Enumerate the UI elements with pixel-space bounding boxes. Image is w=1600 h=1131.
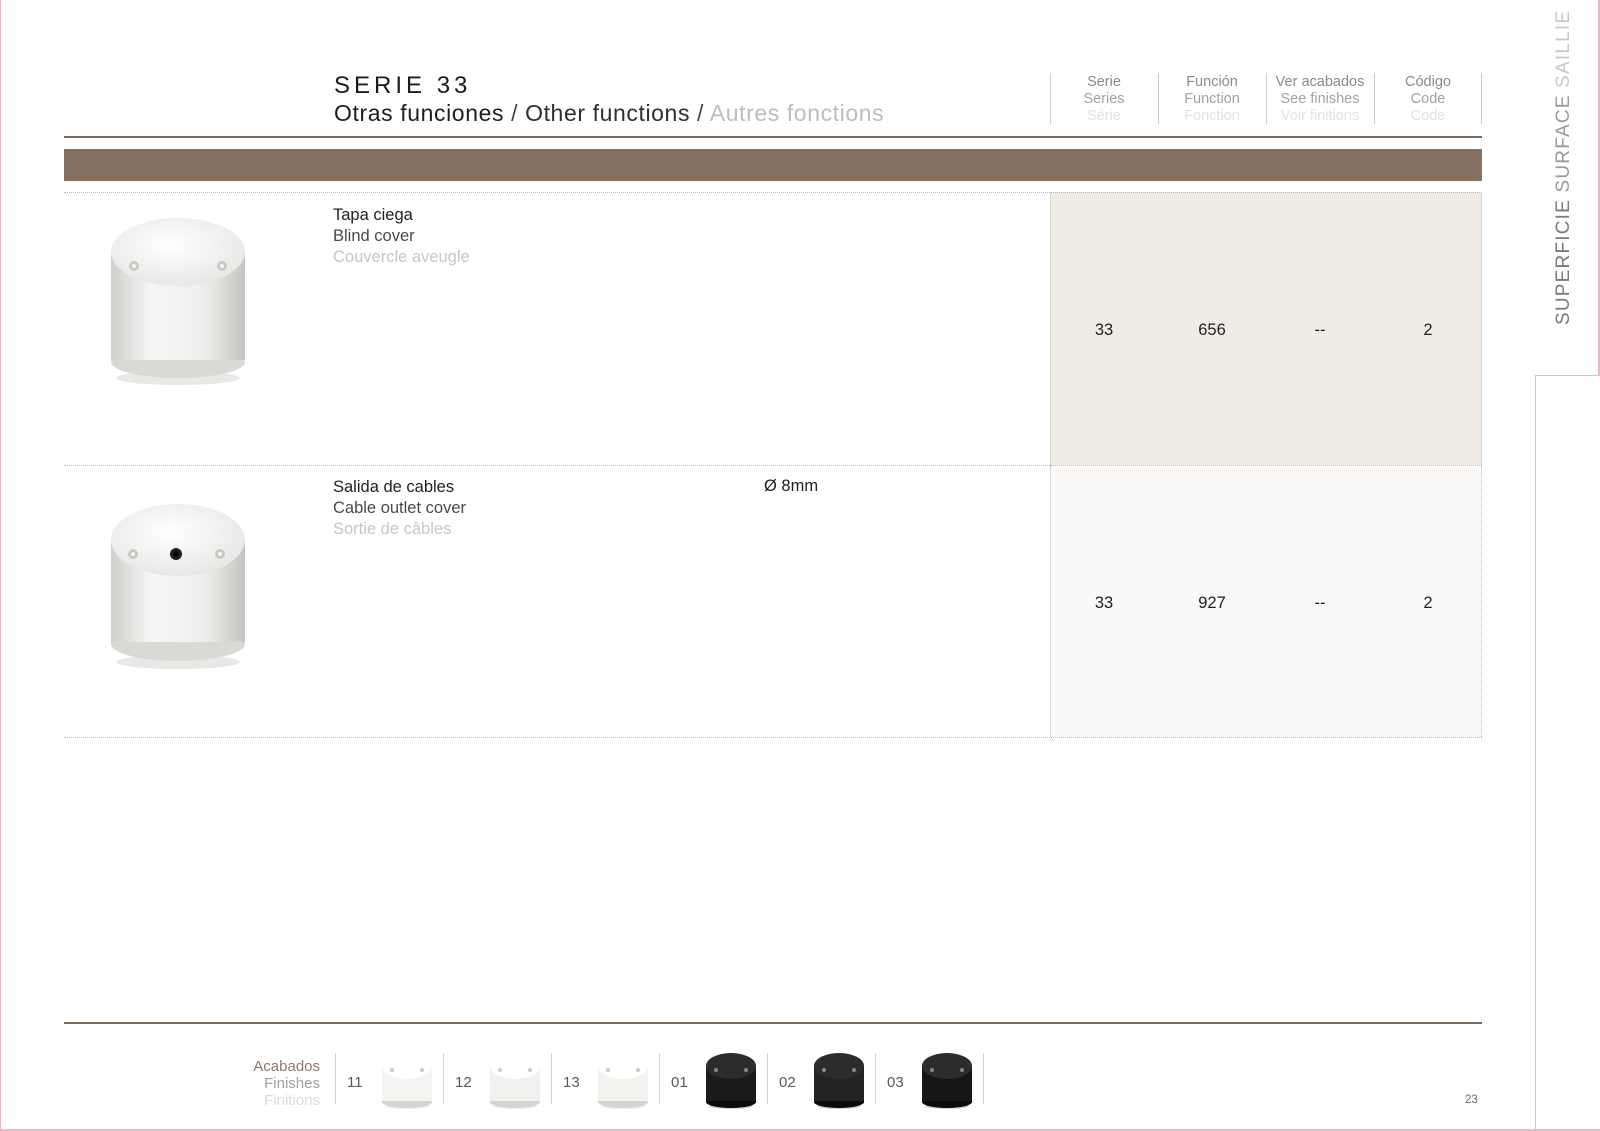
finish-swatch[interactable] (703, 1050, 759, 1110)
footer-rule (64, 1022, 1482, 1024)
product-spec: Ø 8mm (764, 477, 819, 495)
column-header-serie: Serie Series Série (1050, 74, 1158, 124)
subtitle-es: Otras funciones (334, 100, 505, 126)
side-tab-fr: SAILLIE (1553, 9, 1574, 88)
finish-divider (875, 1053, 876, 1104)
finish-code: 03 (887, 1074, 904, 1091)
subtitle-en: Other functions (525, 100, 691, 126)
finish-code: 01 (671, 1074, 688, 1091)
tab-edge-top (1535, 375, 1600, 376)
finish-divider (335, 1053, 336, 1104)
finish-swatch[interactable] (811, 1050, 867, 1110)
cable-outlet-product-image (111, 504, 245, 669)
column-header-fr: Série (1087, 108, 1121, 124)
column-header-codigo: Código Code Code (1374, 74, 1482, 124)
finishes-label-fr: Finitions (264, 1092, 320, 1109)
finishes-label-en: Finishes (264, 1075, 320, 1092)
product-name-fr: Couvercle aveugle (333, 248, 470, 266)
header-rule (64, 136, 1482, 138)
value-codigo: 2 (1423, 321, 1433, 339)
finish-swatch[interactable] (919, 1050, 975, 1110)
column-header-funcion: Función Function Fonction (1158, 74, 1266, 124)
finish-code: 02 (779, 1074, 796, 1091)
page-subtitle: Otras funciones / Other functions / Autr… (334, 100, 884, 127)
side-tab-en: SURFACE (1553, 94, 1574, 193)
value-serie: 33 (1094, 321, 1114, 339)
finishes-label: Acabados Finishes Finitions (200, 1058, 320, 1109)
column-header-en: See finishes (1280, 91, 1360, 107)
finish-divider (443, 1053, 444, 1104)
blind-cover-product-image (111, 218, 245, 385)
page-frame-left (0, 0, 1, 1131)
tab-edge-left (1535, 376, 1536, 1131)
product-name-es: Salida de cables (333, 478, 455, 496)
subtitle-fr: Autres fonctions (709, 100, 885, 126)
column-header-en: Function (1184, 91, 1240, 107)
column-header-acabados: Ver acabados See finishes Voir finitions (1266, 74, 1374, 124)
column-header-es: Ver acabados (1275, 74, 1365, 90)
value-acabados[interactable]: -- (1266, 321, 1374, 340)
column-header-es: Función (1186, 74, 1238, 90)
product-name-en: Cable outlet cover (333, 499, 466, 517)
side-tab-label[interactable]: SUPERFICIE SURFACE SAILLIE (1553, 10, 1575, 325)
product-name-fr: Sortie de câbles (333, 520, 452, 538)
finish-divider (551, 1053, 552, 1104)
page-number: 23 (1465, 1094, 1478, 1106)
value-codigo: 2 (1423, 594, 1433, 612)
column-header-en: Series (1083, 91, 1125, 107)
column-header-fr: Voir finitions (1280, 108, 1360, 124)
value-funcion: 927 (1198, 594, 1226, 612)
finish-swatch[interactable] (487, 1050, 543, 1110)
value-serie: 33 (1094, 594, 1114, 612)
finish-code: 12 (455, 1074, 472, 1091)
finish-divider (983, 1053, 984, 1104)
column-header-es: Código (1405, 74, 1451, 90)
product-description: Salida de cables Cable outlet cover Sort… (333, 477, 466, 540)
side-tab-es: SUPERFICIE (1553, 198, 1574, 325)
column-header-fr: Code (1410, 108, 1446, 124)
page-title: SERIE 33 (334, 72, 472, 99)
finish-swatch[interactable] (595, 1050, 651, 1110)
category-band (64, 149, 1482, 181)
column-header-fr: Fonction (1184, 108, 1240, 124)
product-name-en: Blind cover (333, 227, 415, 245)
column-divider (1481, 73, 1482, 124)
row-divider (64, 737, 1482, 738)
subtitle-separator: / (690, 100, 710, 126)
value-funcion: 656 (1198, 321, 1226, 339)
finishes-label-es: Acabados (253, 1058, 320, 1075)
row-divider (64, 192, 1482, 193)
finish-swatch[interactable] (379, 1050, 435, 1110)
finish-code: 13 (563, 1074, 580, 1091)
column-header-en: Code (1410, 91, 1446, 107)
product-name-es: Tapa ciega (333, 206, 413, 224)
value-acabados[interactable]: -- (1266, 594, 1374, 613)
column-header-es: Serie (1087, 74, 1121, 90)
finish-divider (767, 1053, 768, 1104)
finish-code: 11 (347, 1074, 363, 1091)
row-divider (64, 465, 1482, 466)
finish-divider (659, 1053, 660, 1104)
subtitle-separator: / (504, 100, 526, 126)
product-description: Tapa ciega Blind cover Couvercle aveugle (333, 205, 470, 268)
